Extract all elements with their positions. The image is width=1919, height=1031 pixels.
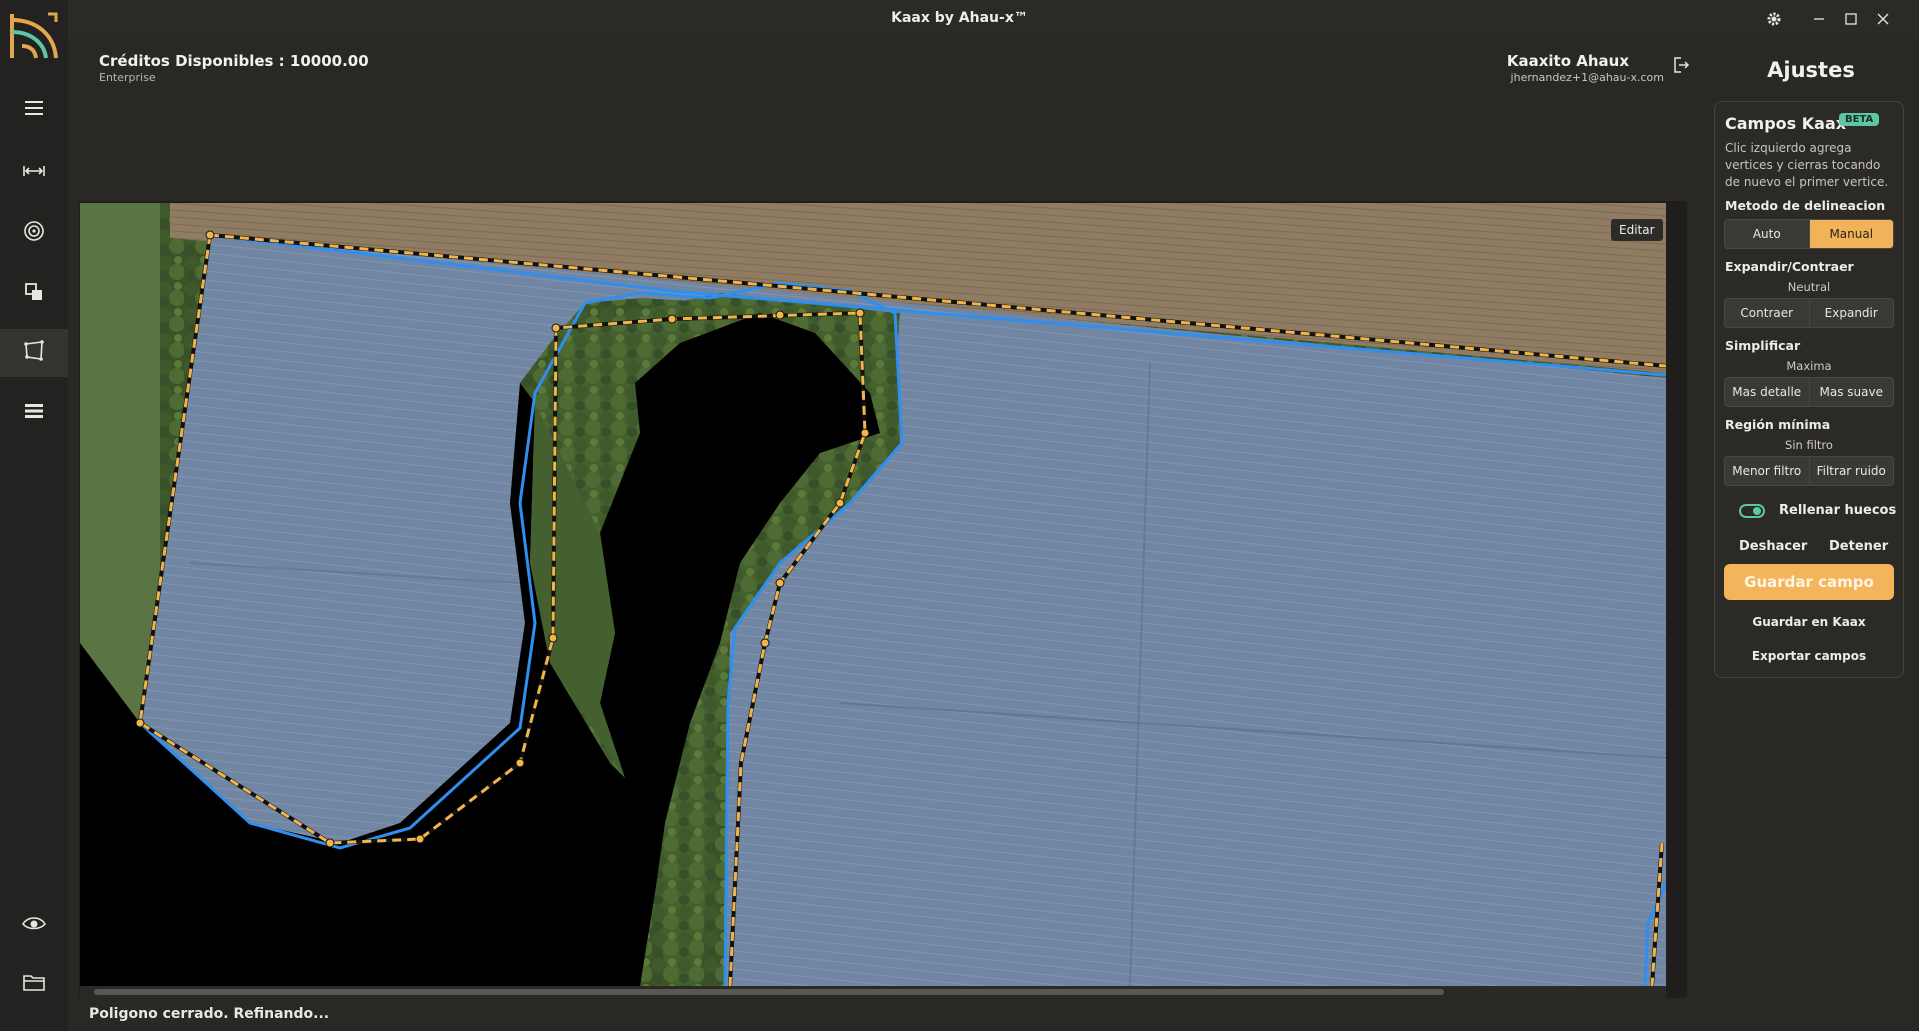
method-label: Metodo de delineacion [1725,198,1886,213]
beta-badge: BETA [1839,113,1880,126]
menu-button[interactable] [0,86,68,134]
export-fields-button[interactable]: Exportar campos [1715,649,1903,663]
fill-holes-toggle[interactable] [1739,504,1765,518]
method-manual-button[interactable]: Manual [1808,220,1893,248]
simplify-label: Simplificar [1725,338,1801,353]
status-message: Poligono cerrado. Refinando... [89,1006,330,1022]
fill-holes-label: Rellenar huecos [1779,503,1897,518]
edit-button[interactable]: Editar [1611,219,1663,241]
minimize-icon[interactable] [1806,6,1832,32]
open-folder-button[interactable] [0,960,68,1008]
less-filter-button[interactable]: Menor filtro [1725,457,1809,485]
measure-icon [21,158,47,188]
list-icon [21,398,47,428]
plan-label: Enterprise [99,71,156,84]
title-bar: Kaax by Ahau-x™ [0,0,1919,38]
horizontal-scrollbar[interactable] [80,986,1666,998]
map-view[interactable] [80,203,1666,986]
undo-button[interactable]: Deshacer [1739,539,1807,554]
contract-button[interactable]: Contraer [1725,299,1809,327]
maximize-icon[interactable] [1838,6,1864,32]
close-icon[interactable] [1870,6,1896,32]
target-button[interactable] [0,209,68,257]
method-auto-button[interactable]: Auto [1725,220,1809,248]
toggle-knob [1753,507,1761,515]
eye-icon [21,910,47,940]
polygon-tool-button[interactable] [0,329,68,377]
min-region-segmented-control: Menor filtro Filtrar ruido [1724,456,1894,486]
save-to-kaax-button[interactable]: Guardar en Kaax [1715,615,1903,629]
min-region-label: Región mínima [1725,417,1831,432]
folder-icon [21,969,47,999]
method-segmented-control: Auto Manual [1724,219,1894,249]
gear-icon[interactable] [1761,6,1787,32]
expand-value: Neutral [1787,280,1831,294]
expand-label: Expandir/Contraer [1725,259,1854,274]
fields-panel: Campos Kaax BETA Clic izquierdo agrega v… [1714,101,1904,678]
layers-button[interactable] [0,270,68,318]
expand-button[interactable]: Expandir [1808,299,1894,327]
more-detail-button[interactable]: Mas detalle [1725,378,1809,406]
credits-label: Créditos Disponibles : 10000.00 [99,52,369,70]
app-logo [8,10,60,62]
min-region-value: Sin filtro [1785,438,1833,452]
save-field-button[interactable]: Guardar campo [1724,564,1894,600]
smoother-button[interactable]: Mas suave [1808,378,1894,406]
layers-icon [21,279,47,309]
logout-icon[interactable] [1672,56,1690,74]
stop-button[interactable]: Detener [1829,539,1888,554]
filter-noise-button[interactable]: Filtrar ruido [1808,457,1894,485]
instructions-text: Clic izquierdo agrega vertices y cierras… [1725,141,1889,189]
app-title: Kaax by Ahau-x™ [891,10,1028,26]
scrollbar-thumb[interactable] [94,989,1444,995]
user-email: jhernandez+1@ahau-x.com [1510,71,1664,84]
panel-title: Campos Kaax [1725,114,1847,133]
user-name: Kaaxito Ahaux [1506,52,1629,70]
visibility-button[interactable] [0,901,68,949]
simplify-value: Maxima [1786,359,1832,373]
target-icon [21,218,47,248]
simplify-segmented-control: Mas detalle Mas suave [1724,377,1894,407]
list-button[interactable] [0,389,68,437]
measure-button[interactable] [0,149,68,197]
polygon-icon [21,338,47,368]
menu-icon [21,95,47,125]
settings-title: Ajustes [1767,58,1855,82]
expand-segmented-control: Contraer Expandir [1724,298,1894,328]
sidebar [0,0,68,1031]
